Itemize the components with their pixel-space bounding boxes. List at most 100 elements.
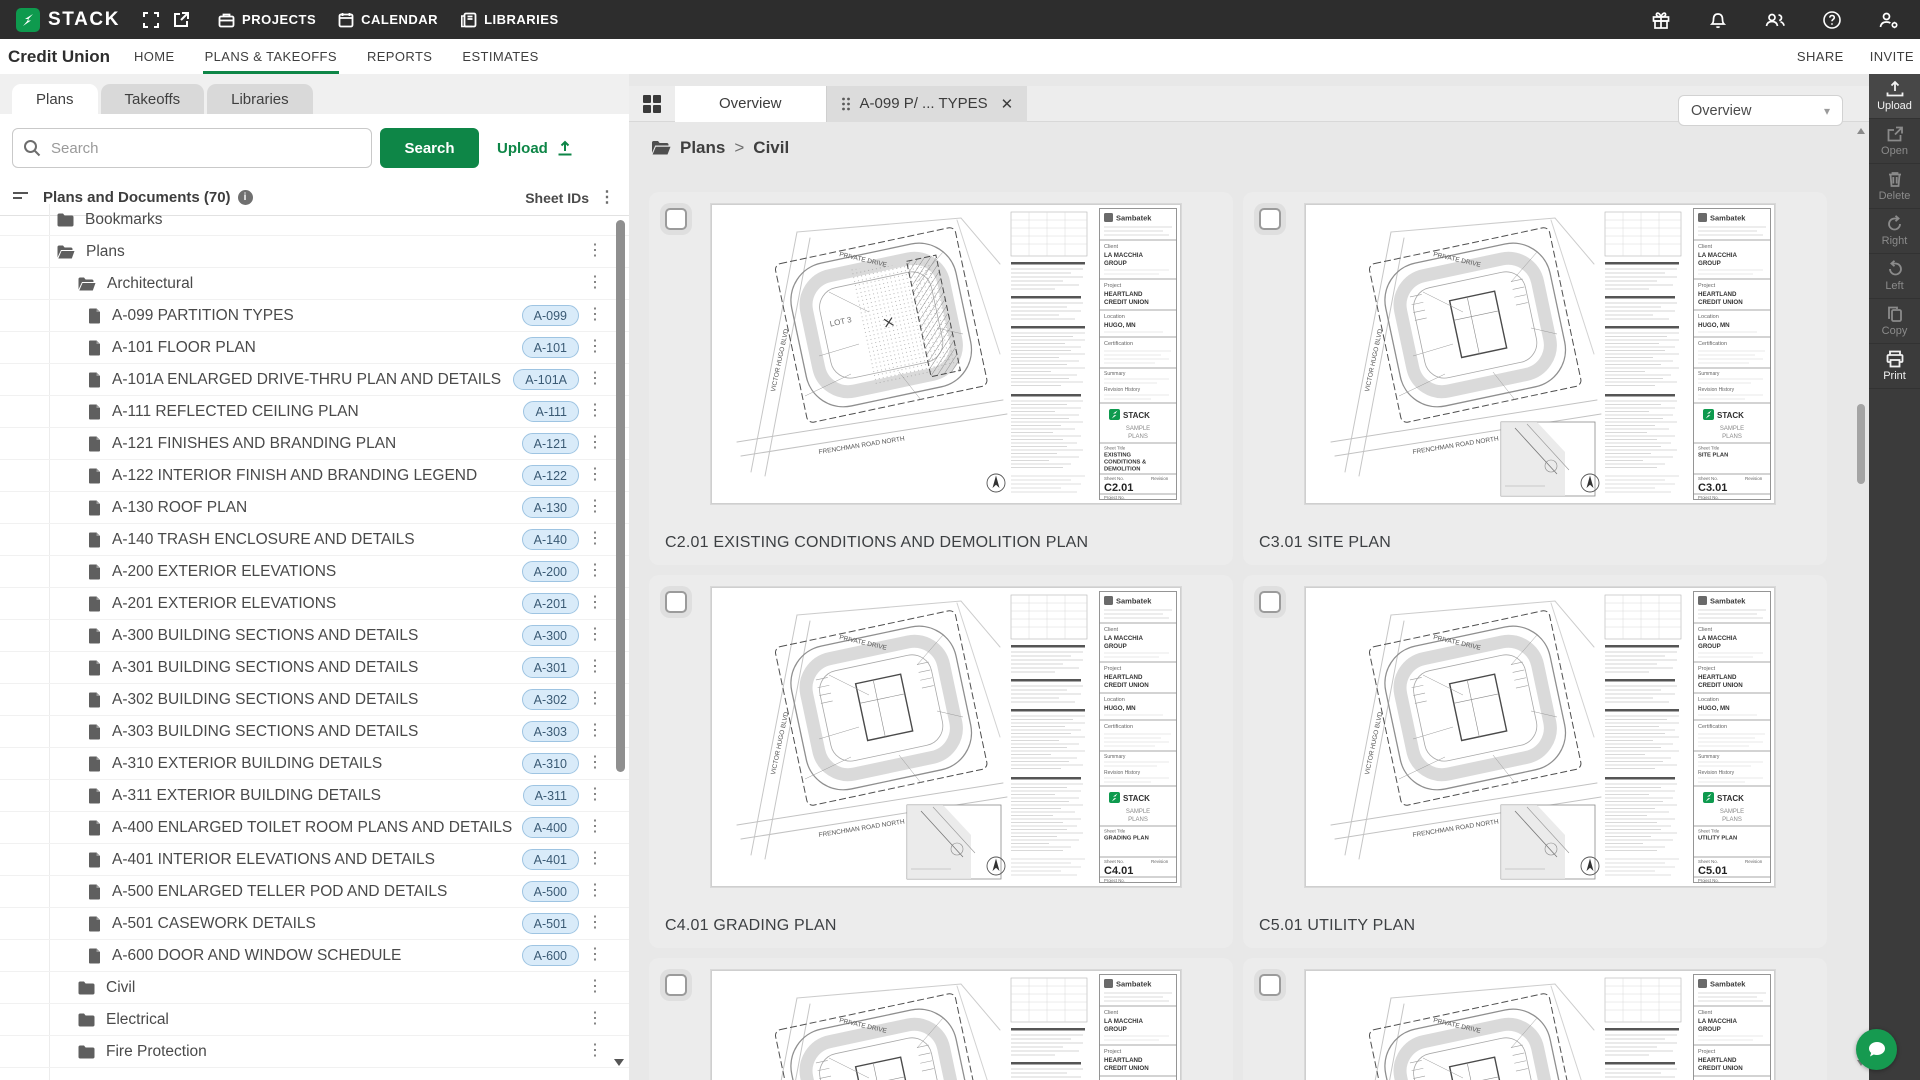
kebab-menu-icon[interactable]: ⋮ [587, 819, 603, 835]
stack-brand[interactable]: STACK [16, 8, 120, 32]
sheet-id-badge[interactable]: A-101 [522, 337, 579, 358]
kebab-menu-icon[interactable]: ⋮ [587, 595, 603, 611]
sheet-card[interactable]: LOT 3 PRIVATE DRIVE VICTOR HUGO BLVD FRE… [1243, 958, 1827, 1080]
fullscreen-icon[interactable] [136, 5, 166, 35]
kebab-menu-icon[interactable]: ⋮ [587, 563, 603, 579]
sheet-id-badge[interactable]: A-201 [522, 593, 579, 614]
open-new-window-icon[interactable] [166, 5, 196, 35]
gift-icon[interactable] [1646, 5, 1676, 35]
tab-plans-takeoffs[interactable]: PLANS & TAKEOFFS [205, 39, 337, 74]
kebab-menu-icon[interactable]: ⋮ [587, 339, 603, 355]
drag-handle-icon[interactable] [841, 97, 851, 111]
sheet-checkbox[interactable] [665, 591, 687, 613]
sheet-thumbnail[interactable]: LOT 3 PRIVATE DRIVE VICTOR HUGO BLVD FRE… [1305, 970, 1775, 1080]
tree-item[interactable]: A-201 EXTERIOR ELEVATIONS A-201 ⋮ [0, 588, 629, 620]
sheet-thumbnail[interactable]: LOT 3 PRIVATE DRIVE VICTOR HUGO BLVD FRE… [1305, 204, 1775, 504]
sheet-card[interactable]: LOT 3 PRIVATE DRIVE VICTOR HUGO BLVD FRE… [649, 575, 1233, 948]
sheet-card[interactable]: LOT 3 PRIVATE DRIVE VICTOR HUGO BLVD FRE… [1243, 192, 1827, 565]
kebab-menu-icon[interactable]: ⋮ [587, 275, 603, 291]
sheet-id-badge[interactable]: A-303 [522, 721, 579, 742]
overview-grid-icon[interactable] [629, 95, 675, 113]
sheet-id-badge[interactable]: A-130 [522, 497, 579, 518]
sheet-id-badge[interactable]: A-400 [522, 817, 579, 838]
tree-item[interactable]: A-302 BUILDING SECTIONS AND DETAILS A-30… [0, 684, 629, 716]
sheet-id-badge[interactable]: A-302 [522, 689, 579, 710]
kebab-menu-icon[interactable]: ⋮ [587, 1043, 603, 1059]
main-scroll-up-arrow[interactable] [1857, 128, 1865, 134]
tab-estimates[interactable]: ESTIMATES [462, 39, 538, 74]
sheet-id-badge[interactable]: A-121 [522, 433, 579, 454]
nav-libraries[interactable]: LIBRARIES [460, 12, 559, 28]
sheet-id-badge[interactable]: A-122 [522, 465, 579, 486]
kebab-menu-icon[interactable]: ⋮ [587, 467, 603, 483]
bell-icon[interactable] [1703, 5, 1733, 35]
toolbar-print-button[interactable]: Print [1869, 344, 1920, 389]
sheet-id-badge[interactable]: A-600 [522, 945, 579, 966]
tab-reports[interactable]: REPORTS [367, 39, 432, 74]
search-box[interactable] [12, 128, 372, 168]
sheet-id-badge[interactable]: A-501 [522, 913, 579, 934]
kebab-menu-icon[interactable]: ⋮ [587, 243, 603, 259]
main-scrollbar[interactable] [1857, 404, 1865, 484]
sheet-card[interactable]: LOT 3 PRIVATE DRIVE VICTOR HUGO BLVD FRE… [1243, 575, 1827, 948]
search-button[interactable]: Search [380, 128, 479, 168]
kebab-menu-icon[interactable]: ⋮ [587, 435, 603, 451]
sheet-checkbox[interactable] [1259, 591, 1281, 613]
tree-item[interactable]: A-300 BUILDING SECTIONS AND DETAILS A-30… [0, 620, 629, 652]
tree-item[interactable]: A-111 REFLECTED CEILING PLAN A-111 ⋮ [0, 396, 629, 428]
search-input[interactable] [49, 139, 349, 158]
sidebar-tab-plans[interactable]: Plans [12, 84, 98, 114]
sheet-checkbox[interactable] [1259, 974, 1281, 996]
users-icon[interactable] [1760, 5, 1790, 35]
kebab-menu-icon[interactable]: ⋮ [587, 787, 603, 803]
kebab-menu-icon[interactable]: ⋮ [587, 499, 603, 515]
toolbar-upload-button[interactable]: Upload [1869, 74, 1920, 119]
sidebar-scrollbar[interactable] [616, 220, 625, 772]
tree-item[interactable]: A-140 TRASH ENCLOSURE AND DETAILS A-140 … [0, 524, 629, 556]
sheet-id-badge[interactable]: A-140 [522, 529, 579, 550]
tree-item[interactable]: A-122 INTERIOR FINISH AND BRANDING LEGEN… [0, 460, 629, 492]
nav-calendar[interactable]: CALENDAR [338, 12, 438, 28]
sheet-id-badge[interactable]: A-101A [513, 369, 579, 390]
tree-item[interactable]: A-130 ROOF PLAN A-130 ⋮ [0, 492, 629, 524]
sheet-thumbnail[interactable]: LOT 3 PRIVATE DRIVE VICTOR HUGO BLVD FRE… [1305, 587, 1775, 887]
kebab-menu-icon[interactable]: ⋮ [587, 1011, 603, 1027]
tree-item[interactable]: Civil ⋮ [0, 972, 629, 1004]
tree-item[interactable]: Electrical ⋮ [0, 1004, 629, 1036]
kebab-menu-icon[interactable]: ⋮ [587, 851, 603, 867]
sort-icon[interactable] [12, 191, 29, 204]
sidebar-tab-takeoffs[interactable]: Takeoffs [101, 84, 205, 114]
sheet-id-badge[interactable]: A-311 [523, 785, 579, 806]
tree-item[interactable]: A-099 PARTITION TYPES A-099 ⋮ [0, 300, 629, 332]
invite-button[interactable]: INVITE [1870, 39, 1914, 74]
sidebar-tab-libraries[interactable]: Libraries [207, 84, 313, 114]
kebab-menu-icon[interactable]: ⋮ [587, 723, 603, 739]
breadcrumb-parent[interactable]: Plans [680, 138, 725, 158]
tree-item[interactable]: A-101 FLOOR PLAN A-101 ⋮ [0, 332, 629, 364]
tree-item[interactable]: A-500 ENLARGED TELLER POD AND DETAILS A-… [0, 876, 629, 908]
sheet-id-badge[interactable]: A-111 [523, 401, 579, 422]
sheet-id-badge[interactable]: A-500 [522, 881, 579, 902]
tree-item[interactable]: A-311 EXTERIOR BUILDING DETAILS A-311 ⋮ [0, 780, 629, 812]
tree-item[interactable]: A-600 DOOR AND WINDOW SCHEDULE A-600 ⋮ [0, 940, 629, 972]
tree-item[interactable]: Bookmarks [0, 204, 629, 236]
tree-item[interactable]: A-400 ENLARGED TOILET ROOM PLANS AND DET… [0, 812, 629, 844]
kebab-menu-icon[interactable]: ⋮ [587, 627, 603, 643]
tree-item[interactable]: Architectural ⋮ [0, 268, 629, 300]
share-button[interactable]: SHARE [1797, 39, 1844, 74]
tree-item[interactable]: A-301 BUILDING SECTIONS AND DETAILS A-30… [0, 652, 629, 684]
sheet-card[interactable]: LOT 3 PRIVATE DRIVE VICTOR HUGO BLVD FRE… [649, 192, 1233, 565]
kebab-menu-icon[interactable]: ⋮ [587, 691, 603, 707]
sheet-id-badge[interactable]: A-300 [522, 625, 579, 646]
kebab-menu-icon[interactable]: ⋮ [587, 915, 603, 931]
sheet-thumbnail[interactable]: LOT 3 PRIVATE DRIVE VICTOR HUGO BLVD FRE… [711, 587, 1181, 887]
kebab-menu-icon[interactable]: ⋮ [587, 755, 603, 771]
chat-bubble-button[interactable] [1856, 1029, 1897, 1070]
sheet-checkbox[interactable] [665, 208, 687, 230]
account-settings-icon[interactable] [1874, 5, 1904, 35]
kebab-menu-icon[interactable]: ⋮ [587, 947, 603, 963]
sheet-checkbox[interactable] [665, 974, 687, 996]
kebab-menu-icon[interactable]: ⋮ [587, 371, 603, 387]
sheet-checkbox[interactable] [1259, 208, 1281, 230]
sidebar-scroll-down-arrow[interactable] [614, 1059, 624, 1066]
